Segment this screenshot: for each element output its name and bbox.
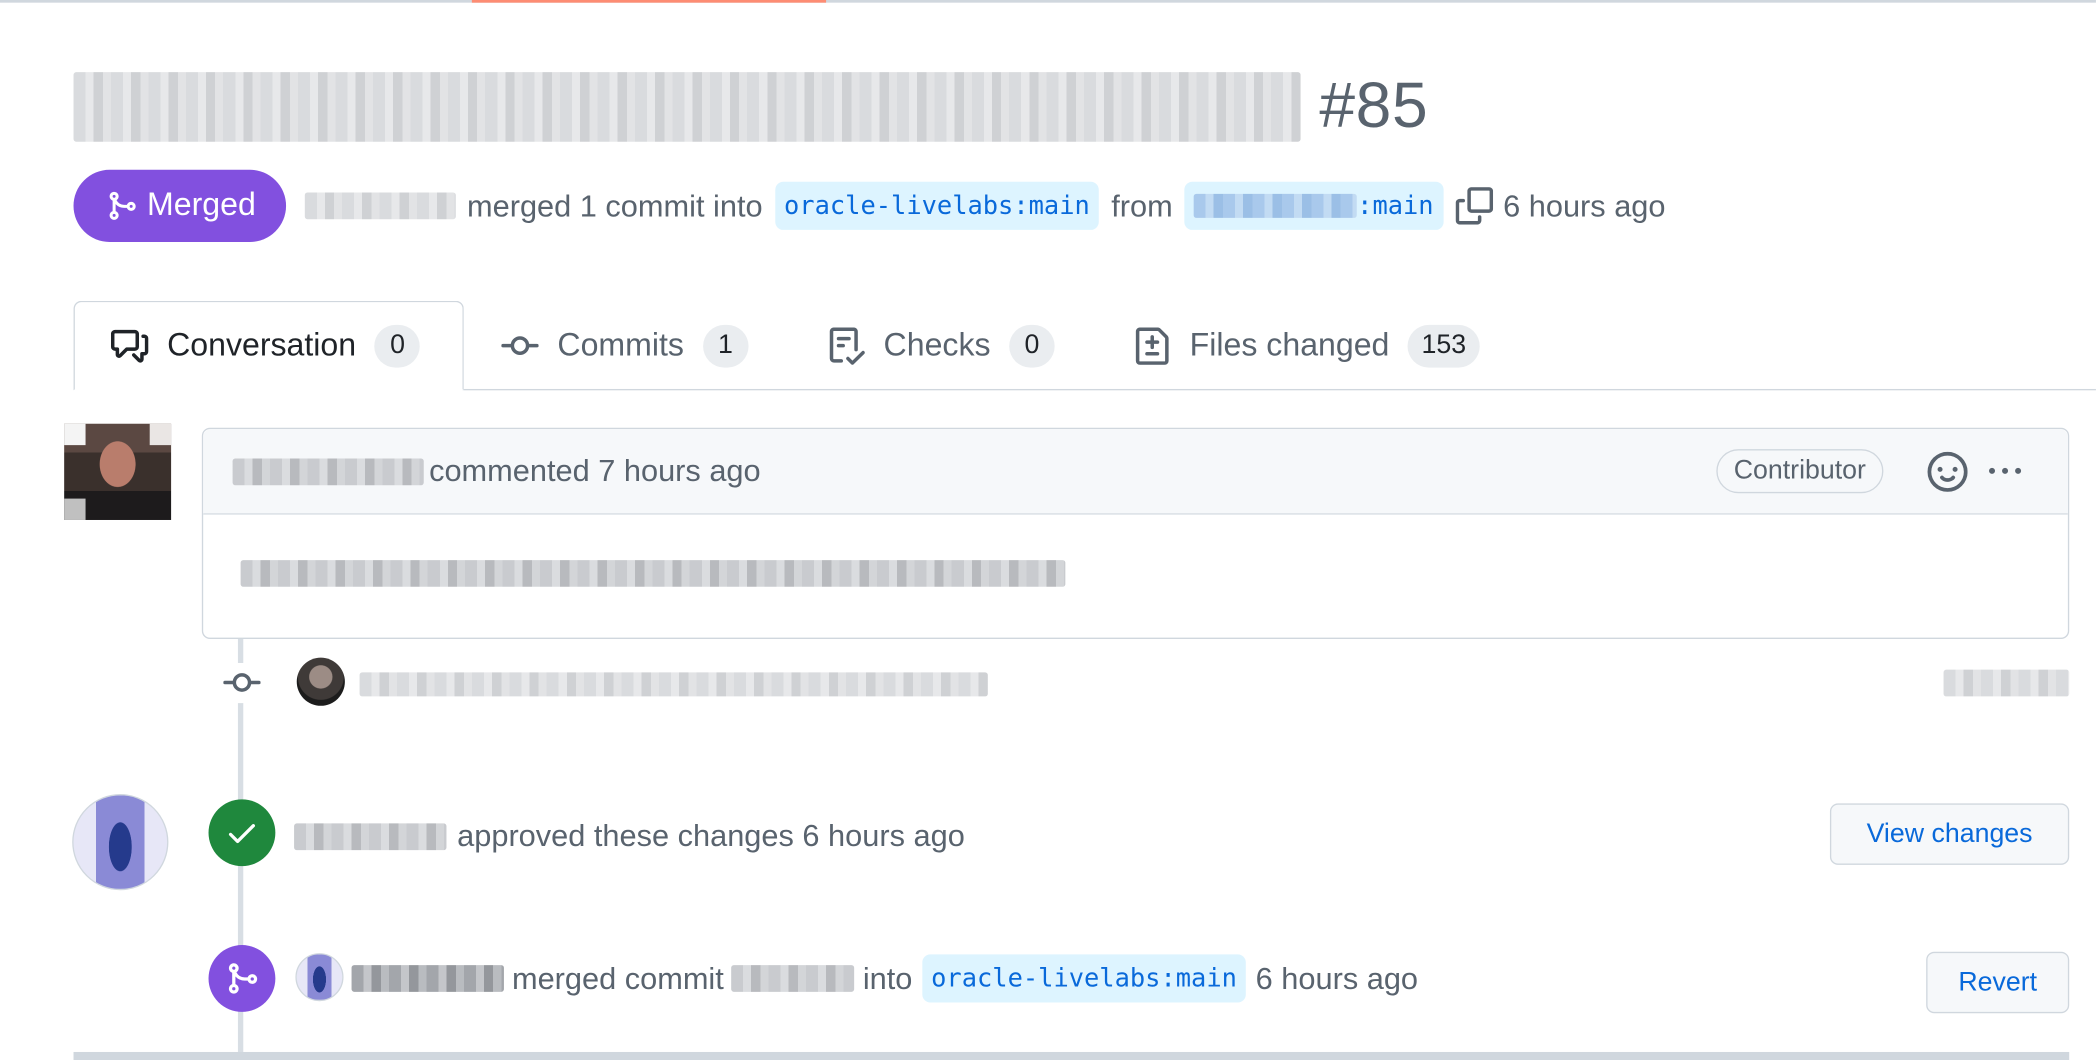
pr-number: #85 — [1319, 70, 1429, 142]
copy-icon[interactable] — [1454, 187, 1493, 225]
kebab-horizontal-icon[interactable] — [1984, 456, 2027, 488]
git-commit-icon — [221, 663, 262, 704]
git-commit-icon — [501, 335, 539, 355]
review-summary: approved these changes 6 hours ago — [457, 818, 965, 853]
commit-author-avatar[interactable] — [296, 657, 345, 706]
comment-action-text: commented 7 hours ago — [429, 453, 761, 488]
merge-target-branch[interactable]: oracle-livelabs:main — [921, 954, 1247, 1003]
revert-button[interactable]: Revert — [1926, 951, 2070, 1014]
comment-body-redacted — [240, 560, 1066, 587]
tab-checks-label: Checks — [883, 326, 991, 363]
comment-discussion-icon — [110, 329, 149, 362]
into-text: into — [862, 960, 913, 996]
reviewer-username-redacted[interactable] — [294, 822, 447, 850]
base-branch[interactable]: oracle-livelabs:main — [774, 181, 1100, 230]
merge-event-time: 6 hours ago — [1255, 960, 1419, 996]
pr-meta-row: Merged merged 1 commit into oracle-livel… — [73, 169, 1669, 242]
review-event-text: approved these changes 6 hours ago — [294, 818, 965, 854]
approved-badge — [208, 799, 276, 867]
pr-state-badge: Merged — [73, 169, 287, 242]
from-text: from — [1111, 187, 1173, 223]
tab-conversation-count: 0 — [374, 324, 421, 367]
check-icon — [228, 824, 255, 844]
merge-summary-text: merged 1 commit into — [467, 187, 763, 223]
pr-title-redacted — [73, 71, 1301, 142]
reviewer-avatar[interactable] — [72, 793, 169, 891]
tab-commits-label: Commits — [557, 326, 684, 363]
merger-avatar[interactable] — [295, 953, 344, 1002]
contributor-badge: Contributor — [1716, 449, 1884, 494]
git-merge-icon — [228, 963, 258, 994]
head-branch[interactable]: :main — [1184, 181, 1443, 230]
comment-box: commented 7 hours ago Contributor — [201, 427, 2070, 639]
comment-author-redacted[interactable] — [232, 457, 424, 485]
pr-tabs: Conversation 0 Commits 1 Checks 0 Files … — [0, 300, 2096, 391]
pr-title-row: #85 — [73, 70, 1429, 144]
view-changes-button[interactable]: View changes — [1829, 803, 2070, 865]
tab-checks[interactable]: Checks 0 — [827, 301, 1055, 391]
tab-conversation-label: Conversation — [167, 326, 357, 363]
commit-event — [221, 655, 2080, 711]
checklist-icon — [829, 326, 865, 365]
smiley-icon[interactable] — [1927, 451, 1968, 492]
section-divider — [73, 1051, 2070, 1060]
page: #85 Merged merged 1 commit into oracle-l… — [0, 0, 2096, 1060]
head-branch-owner-redacted — [1194, 193, 1358, 218]
merged-commit-text: merged commit — [511, 960, 724, 996]
merge-time: 6 hours ago — [1503, 187, 1666, 223]
commit-sha-redacted[interactable] — [1943, 669, 2070, 697]
merger-username-redacted[interactable] — [351, 965, 504, 992]
header-divider — [0, 0, 2096, 3]
comment-header: commented 7 hours ago Contributor — [203, 429, 2068, 515]
pr-state-label: Merged — [147, 187, 256, 224]
active-nav-indicator — [471, 0, 827, 3]
head-branch-name: :main — [1357, 191, 1434, 221]
tab-commits[interactable]: Commits 1 — [501, 301, 749, 391]
author-avatar[interactable] — [64, 423, 172, 520]
comment-body — [203, 515, 2068, 639]
tab-checks-count: 0 — [1009, 324, 1055, 367]
commit-message-redacted[interactable] — [359, 672, 988, 697]
tab-files-changed[interactable]: Files changed 153 — [1134, 301, 1480, 391]
merge-event-text: merged commit into oracle-livelabs:main … — [351, 954, 1419, 1003]
merge-event-badge — [208, 945, 276, 1012]
file-diff-icon — [1135, 326, 1169, 365]
tab-files-changed-label: Files changed — [1189, 326, 1390, 363]
git-merge-icon — [109, 191, 136, 220]
tab-conversation[interactable]: Conversation 0 — [73, 300, 464, 391]
merger-username-redacted[interactable] — [305, 192, 457, 220]
merged-commit-sha-redacted[interactable] — [731, 965, 855, 992]
tab-files-changed-count: 153 — [1408, 324, 1480, 367]
tab-commits-count: 1 — [702, 324, 749, 367]
